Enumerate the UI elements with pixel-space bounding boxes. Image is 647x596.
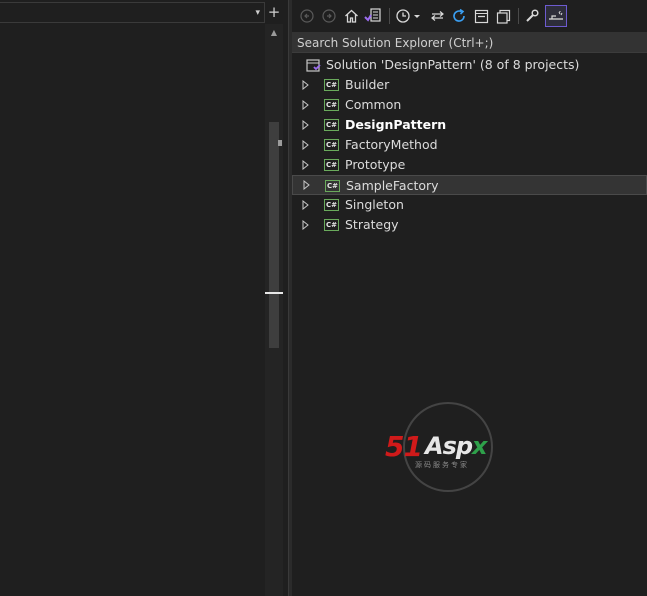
solution-icon [306, 58, 322, 72]
csharp-project-icon: C# [324, 159, 339, 171]
csharp-project-icon: C# [324, 139, 339, 151]
refresh-icon[interactable] [450, 5, 468, 27]
preview-selected-items-icon[interactable] [545, 5, 567, 27]
watermark-subtitle: 源码服务专家 [415, 461, 469, 469]
csharp-project-icon: C# [324, 99, 339, 111]
switch-views-icon[interactable] [363, 5, 383, 27]
back-icon[interactable] [298, 5, 316, 27]
csharp-project-icon: C# [324, 79, 339, 91]
solution-explorer-search[interactable] [292, 32, 647, 53]
split-window-icon[interactable]: + [265, 2, 283, 23]
project-label: Singleton [345, 197, 404, 212]
sync-with-active-document-icon[interactable] [428, 5, 446, 27]
project-label: Strategy [345, 217, 399, 232]
project-label: Prototype [345, 157, 406, 172]
caret-position-marker [265, 292, 283, 294]
csharp-project-icon: C# [324, 199, 339, 211]
scrollbar-marker [278, 140, 282, 146]
solution-explorer-panel: Solution 'DesignPattern' (8 of 8 project… [292, 0, 647, 596]
scrollbar-thumb[interactable] [269, 122, 279, 348]
project-node-singleton[interactable]: C# Singleton [292, 195, 647, 215]
project-node-samplefactory[interactable]: C# SampleFactory [292, 175, 647, 195]
project-node-strategy[interactable]: C# Strategy [292, 215, 647, 235]
solution-label: Solution 'DesignPattern' (8 of 8 project… [326, 57, 580, 72]
project-label: FactoryMethod [345, 137, 438, 152]
project-label: Common [345, 97, 402, 112]
project-node-designpattern[interactable]: C# DesignPattern [292, 115, 647, 135]
expand-arrow-icon[interactable] [302, 115, 310, 135]
csharp-project-icon: C# [324, 119, 339, 131]
expand-arrow-icon[interactable] [302, 95, 310, 115]
editor-vertical-scrollbar[interactable]: ▲ [265, 24, 283, 596]
properties-wrench-icon[interactable] [523, 5, 541, 27]
expand-arrow-icon[interactable] [302, 75, 310, 95]
project-node-factorymethod[interactable]: C# FactoryMethod [292, 135, 647, 155]
expand-arrow-icon[interactable] [303, 175, 311, 195]
pending-changes-filter-icon[interactable] [394, 5, 422, 27]
project-node-prototype[interactable]: C# Prototype [292, 155, 647, 175]
expand-arrow-icon[interactable] [302, 135, 310, 155]
chevron-down-icon[interactable]: ▾ [255, 7, 260, 19]
project-label: SampleFactory [346, 178, 439, 193]
expand-arrow-icon[interactable] [302, 155, 310, 175]
home-icon[interactable] [342, 5, 360, 27]
solution-explorer-toolbar [292, 0, 647, 32]
scroll-up-icon[interactable]: ▲ [265, 26, 283, 40]
csharp-project-icon: C# [325, 180, 340, 192]
project-label: Builder [345, 77, 390, 92]
navigation-bar-dropdown[interactable]: ▾ [0, 2, 265, 23]
startup-project-label: DesignPattern [345, 117, 447, 132]
solution-node[interactable]: Solution 'DesignPattern' (8 of 8 project… [292, 55, 647, 75]
toolbar-separator [518, 8, 519, 24]
csharp-project-icon: C# [324, 219, 339, 231]
watermark-brand-number: 51 [385, 430, 423, 463]
search-input[interactable] [292, 33, 647, 53]
expand-arrow-icon[interactable] [302, 195, 310, 215]
toolbar-separator [389, 8, 390, 24]
project-node-common[interactable]: C# Common [292, 95, 647, 115]
code-editor-pane[interactable]: ▾ + ▲ [0, 0, 283, 596]
expand-arrow-icon[interactable] [302, 215, 310, 235]
forward-icon[interactable] [320, 5, 338, 27]
watermark-brand-text: Aspx [425, 432, 488, 460]
ide-window: ▾ + ▲ Search Solution Explorer (Ctrl+;) … [0, 0, 647, 596]
show-all-files-icon[interactable] [494, 5, 512, 27]
project-node-builder[interactable]: C# Builder [292, 75, 647, 95]
watermark-logo: 51 Aspx 源码服务专家 [385, 402, 515, 494]
collapse-all-icon[interactable] [472, 5, 490, 27]
